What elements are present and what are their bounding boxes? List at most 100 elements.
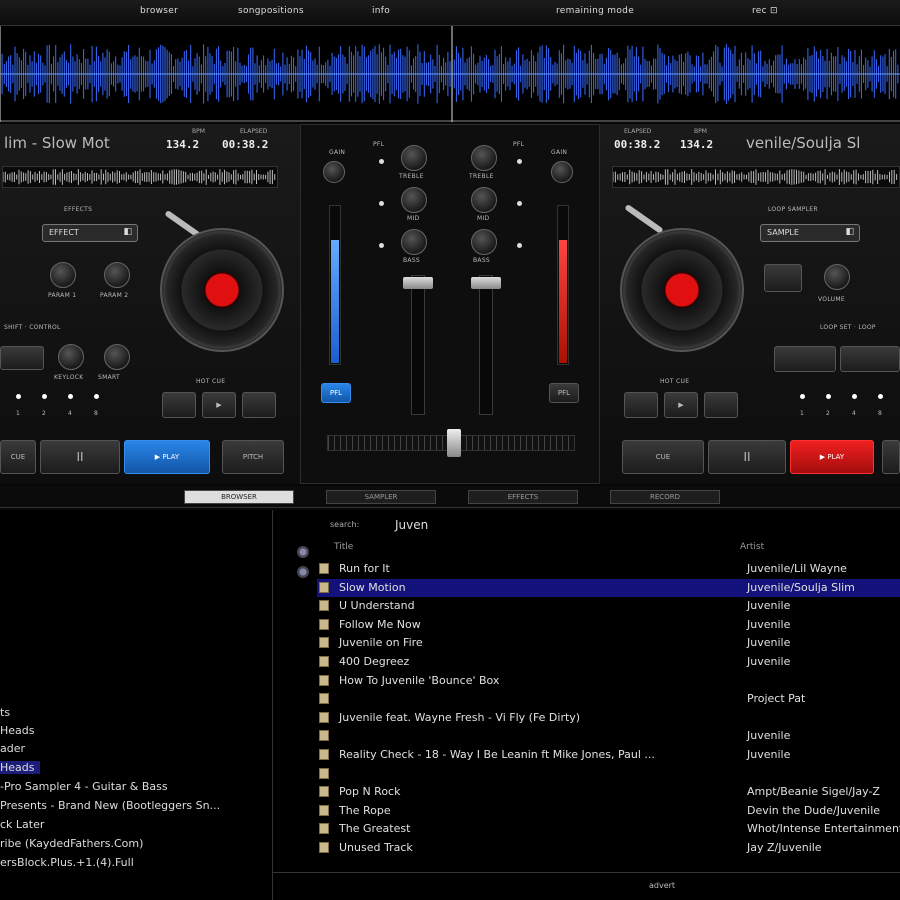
deck-right-loop-out-button[interactable] [840,346,900,372]
tab-browser[interactable]: browser [184,490,294,504]
tab-effects[interactable]: effects [468,490,578,504]
table-row[interactable]: The Rope Devin the Dude/Juvenile [317,802,900,820]
deck-left-loop-8[interactable]: 8 [94,410,98,417]
song-positions-toggle[interactable]: songpositions [238,6,304,16]
mixer-bass-left-knob[interactable] [401,229,427,255]
table-row[interactable]: Project Pat [317,690,900,708]
track-title: Slow Motion [339,580,406,594]
deck-left-hotcue-3-button[interactable] [242,392,276,418]
folder-item[interactable]: ts [0,706,10,719]
deck-left-cue-button[interactable]: CUE [0,440,36,474]
folder-item[interactable]: -Pro Sampler 4 - Guitar & Bass [0,780,168,793]
folder-item[interactable]: Presents - Brand New (Bootleggers Sn... [0,799,220,812]
waveform-overview[interactable] [0,26,900,122]
deck-right-volume-knob[interactable] [824,264,850,290]
mixer-mid-left-knob[interactable] [401,187,427,213]
deck-left-turntable[interactable] [160,228,284,352]
deck-left-effect-select[interactable]: EFFECT ◧ [42,224,138,242]
mixer-volume-right-handle[interactable] [471,277,501,289]
mixer-pfl-left-label: PFL [373,141,385,148]
mixer-pfl-left-button[interactable]: PFL [321,383,351,403]
deck-left-loop-2[interactable]: 2 [42,410,46,417]
folder-item[interactable]: ck Later [0,818,44,831]
deck-right-pause-button[interactable]: II [708,440,786,474]
table-row[interactable]: The Greatest Whot/Intense Entertainment [317,820,900,838]
deck-right-loop-4[interactable]: 4 [852,410,856,417]
deck-left-param1-label: PARAM 1 [48,292,77,299]
folder-tree[interactable]: ts Heads ader Heads -Pro Sampler 4 - Gui… [0,510,272,900]
folder-item[interactable]: ersBlock.Plus.+1.(4).Full [0,856,134,869]
column-header-title[interactable]: Title [334,542,353,552]
deck-right-loop-8[interactable]: 8 [878,410,882,417]
table-row[interactable]: 400 Degreez Juvenile [317,653,900,671]
table-row[interactable]: Unused Track Jay Z/Juvenile [317,839,900,857]
remaining-mode-toggle[interactable]: remaining mode [556,6,634,16]
table-row[interactable]: Pop N Rock Ampt/Beanie Sigel/Jay-Z [317,783,900,801]
info-toggle[interactable]: info [372,6,390,16]
deck-left-smart-knob[interactable] [104,344,130,370]
music-file-icon [319,749,329,760]
table-row[interactable]: Juvenile feat. Wayne Fresh - Vi Fly (Fe … [317,709,900,727]
record-toggle[interactable]: rec ⊡ [752,6,778,16]
search-db-icon[interactable] [297,546,309,558]
deck-left-hotcue-2-button[interactable]: ▶ [202,392,236,418]
deck-right-loop-in-button[interactable] [774,346,836,372]
mixer-mid-right-knob[interactable] [471,187,497,213]
mixer-volume-right-fader[interactable] [479,275,493,415]
mixer-crossfader-handle[interactable] [447,429,461,457]
deck-right-hotcue-1-button[interactable] [624,392,658,418]
deck-left-play-button[interactable]: ▶ PLAY [124,440,210,474]
table-row[interactable]: Follow Me Now Juvenile [317,616,900,634]
deck-right-sync-button[interactable] [882,440,900,474]
browser-toggle[interactable]: browser [140,6,178,16]
mixer-treble-left-knob[interactable] [401,145,427,171]
deck-left-loop-1[interactable]: 1 [16,410,20,417]
deck-right-loop-2[interactable]: 2 [826,410,830,417]
deck-right-turntable[interactable] [620,228,744,352]
folder-item[interactable]: ribe (KaydedFathers.Com) [0,837,143,850]
deck-right-loop-1[interactable]: 1 [800,410,804,417]
deck-right-sampler-play-button[interactable] [764,264,802,292]
mixer-pfl-right-button[interactable]: PFL [549,383,579,403]
folder-item-selected[interactable]: Heads [0,761,40,774]
deck-left-keylock-knob[interactable] [58,344,84,370]
table-row[interactable]: Slow Motion Juvenile/Soulja Slim [317,578,900,597]
music-file-icon [319,581,329,593]
mixer-volume-left-handle[interactable] [403,277,433,289]
mixer-volume-left-fader[interactable] [411,275,425,415]
deck-left-mini-waveform[interactable] [2,166,278,188]
column-header-artist[interactable]: Artist [740,542,764,552]
folder-item[interactable]: ader [0,742,25,755]
deck-left: lim - Slow Mot BPM 134.2 ELAPSED 00:38.2… [0,124,300,484]
table-row[interactable]: Run for It Juvenile/Lil Wayne [317,560,900,578]
folder-item[interactable]: Heads [0,724,35,737]
deck-right-cue-button[interactable]: CUE [622,440,704,474]
mixer-bass-right-knob[interactable] [471,229,497,255]
deck-right-sampler-select[interactable]: SAMPLE ◧ [760,224,860,242]
tab-sampler[interactable]: sampler [326,490,436,504]
deck-left-loop-4[interactable]: 4 [68,410,72,417]
mixer-gain-right-knob[interactable] [551,161,573,183]
deck-right-mini-waveform[interactable] [612,166,900,188]
deck-left-param1-knob[interactable] [50,262,76,288]
deck-right-hotcue-3-button[interactable] [704,392,738,418]
deck-right-hotcue-2-button[interactable]: ▶ [664,392,698,418]
playlist-icon[interactable] [297,566,309,578]
deck-left-param2-knob[interactable] [104,262,130,288]
deck-left-pause-button[interactable]: II [40,440,120,474]
deck-left-shift-button[interactable] [0,346,44,370]
deck-left-pitch-button[interactable]: PITCH [222,440,284,474]
tab-record[interactable]: record [610,490,720,504]
waveform-graph[interactable] [0,26,900,122]
mixer-treble-right-knob[interactable] [471,145,497,171]
table-row[interactable]: Juvenile [317,727,900,745]
deck-right-play-button[interactable]: ▶ PLAY [790,440,874,474]
table-row[interactable]: U Understand Juvenile [317,597,900,615]
search-input[interactable]: Juven [395,518,428,532]
mixer-gain-left-knob[interactable] [323,161,345,183]
table-row[interactable]: Reality Check - 18 - Way I Be Leanin ft … [317,746,900,764]
table-row[interactable] [317,765,900,783]
deck-left-hotcue-1-button[interactable] [162,392,196,418]
table-row[interactable]: How To Juvenile 'Bounce' Box [317,672,900,690]
table-row[interactable]: Juvenile on Fire Juvenile [317,634,900,652]
